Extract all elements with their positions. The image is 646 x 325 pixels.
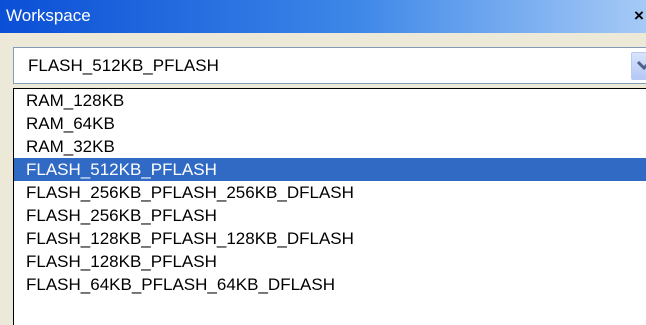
workspace-window: Workspace × FLASH_512KB_PFLASH RAM_128KB… xyxy=(0,0,646,325)
dropdown-list[interactable]: RAM_128KB RAM_64KB RAM_32KB FLASH_512KB_… xyxy=(13,88,646,325)
dropdown-item[interactable]: RAM_32KB xyxy=(14,135,646,158)
dropdown-item-selected[interactable]: FLASH_512KB_PFLASH xyxy=(14,158,646,181)
close-icon[interactable]: × xyxy=(634,4,646,28)
window-title: Workspace xyxy=(6,6,91,25)
dropdown-item[interactable]: RAM_64KB xyxy=(14,112,646,135)
dropdown-item[interactable]: FLASH_128KB_PFLASH_128KB_DFLASH xyxy=(14,227,646,250)
dropdown-item[interactable]: RAM_128KB xyxy=(14,89,646,112)
dropdown-item[interactable]: FLASH_256KB_PFLASH xyxy=(14,204,646,227)
dropdown-item[interactable]: FLASH_128KB_PFLASH xyxy=(14,250,646,273)
title-bar[interactable]: Workspace × xyxy=(0,0,646,33)
dropdown-button[interactable] xyxy=(631,52,646,80)
chevron-down-icon xyxy=(636,60,646,71)
target-combobox[interactable]: FLASH_512KB_PFLASH xyxy=(13,47,646,84)
dropdown-item[interactable]: FLASH_64KB_PFLASH_64KB_DFLASH xyxy=(14,273,646,296)
combobox-value: FLASH_512KB_PFLASH xyxy=(28,56,219,75)
dropdown-item[interactable]: FLASH_256KB_PFLASH_256KB_DFLASH xyxy=(14,181,646,204)
